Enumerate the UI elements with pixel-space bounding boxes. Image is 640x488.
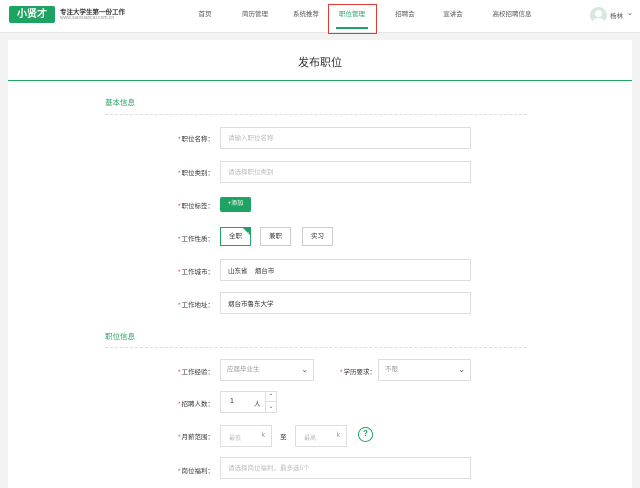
field-label-experience: *工作经验： xyxy=(134,366,214,376)
field-label-job-nature: *工作性质： xyxy=(134,233,214,243)
work-city-input[interactable] xyxy=(220,259,471,281)
field-label-text: 工作地址： xyxy=(181,302,215,309)
headcount-input[interactable]: 1 人 xyxy=(220,391,266,413)
salary-max-input[interactable]: 最高 k xyxy=(295,425,347,447)
field-label-job-tags: *职位标签： xyxy=(134,200,214,210)
job-name-input[interactable] xyxy=(220,127,471,149)
field-label-text: 招聘人数： xyxy=(181,401,215,408)
required-mark: * xyxy=(177,369,181,376)
required-mark: * xyxy=(177,170,181,177)
headcount-stepper: ⌃ ⌄ xyxy=(266,391,277,413)
field-label-text: 职位类别： xyxy=(181,170,215,177)
section-divider xyxy=(105,347,527,348)
required-mark: * xyxy=(177,468,181,475)
user-name[interactable]: 杨林 xyxy=(610,10,623,20)
nature-option-parttime[interactable]: 兼职 xyxy=(260,227,291,246)
site-logo[interactable]: 小贤才 xyxy=(9,6,55,23)
education-select[interactable]: 不限 ⌄ xyxy=(378,359,471,381)
chevron-down-icon[interactable]: ⌄ xyxy=(627,9,633,17)
field-label-work-address: *工作地址： xyxy=(134,299,214,309)
field-label-work-city: *工作城市： xyxy=(134,266,214,276)
work-address-input[interactable] xyxy=(220,292,471,314)
nav-campus-talk[interactable]: 宣讲会 xyxy=(440,0,466,32)
required-mark: * xyxy=(177,401,181,408)
chevron-down-icon: ⌄ xyxy=(458,365,465,374)
required-mark: * xyxy=(339,369,343,376)
required-mark: * xyxy=(177,302,181,309)
nav-home[interactable]: 首页 xyxy=(192,0,218,32)
field-label-education: *学历要求： xyxy=(296,366,376,376)
stepper-up-icon[interactable]: ⌃ xyxy=(266,392,276,402)
salary-min-placeholder: 最低 xyxy=(229,436,242,442)
question-icon[interactable]: ? xyxy=(358,427,373,442)
field-label-text: 学历要求： xyxy=(343,369,377,376)
salary-range-separator: 至 xyxy=(280,434,287,441)
field-label-job-category: *职位类别： xyxy=(134,167,214,177)
salary-unit: k xyxy=(261,432,266,439)
benefits-input[interactable] xyxy=(220,457,471,479)
required-mark: * xyxy=(177,203,181,210)
field-label-text: 月薪范围： xyxy=(181,434,215,441)
salary-max-placeholder: 最高 xyxy=(304,436,317,442)
field-label-text: 工作城市： xyxy=(181,269,215,276)
nature-option-fulltime[interactable]: 全职 ✓ xyxy=(220,227,251,246)
field-label-job-name: *职位名称： xyxy=(134,133,214,143)
field-label-text: 工作性质： xyxy=(181,236,215,243)
avatar-body-shape xyxy=(592,18,605,24)
top-navigation-bar: 小贤才 专注大学生第一份工作 www.xiaoxiancai.com.cn 首页… xyxy=(0,0,640,34)
field-label-text: 岗位福利： xyxy=(181,468,215,475)
required-mark: * xyxy=(177,136,181,143)
nav-system-recommend[interactable]: 系统推荐 xyxy=(288,0,324,32)
stepper-down-icon[interactable]: ⌄ xyxy=(266,402,276,412)
add-tag-button[interactable]: +添加 xyxy=(220,197,251,212)
field-label-text: 职位名称： xyxy=(181,136,215,143)
select-value: 不限 xyxy=(385,366,398,373)
field-label-benefits: *岗位福利： xyxy=(134,465,214,475)
salary-min-input[interactable]: 最低 k xyxy=(220,425,272,447)
title-divider xyxy=(8,80,632,81)
section-title-basic-info: 基本信息 xyxy=(105,98,135,107)
job-category-input[interactable] xyxy=(220,161,471,183)
salary-unit: k xyxy=(336,432,341,439)
select-value: 应届毕业生 xyxy=(227,366,260,373)
option-label: 全职 xyxy=(229,233,242,240)
page-title: 发布职位 xyxy=(298,57,342,69)
nature-option-internship[interactable]: 实习 xyxy=(302,227,333,246)
nav-highlight-box xyxy=(328,4,377,34)
field-label-text: 职位标签： xyxy=(181,203,215,210)
site-domain: www.xiaoxiancai.com.cn xyxy=(60,15,115,21)
required-mark: * xyxy=(177,269,181,276)
headcount-value: 1 xyxy=(230,398,234,405)
section-divider xyxy=(105,114,527,115)
nav-resume-management[interactable]: 简历管理 xyxy=(238,0,272,32)
section-title-job-info: 职位信息 xyxy=(105,332,135,341)
field-label-salary-range: *月薪范围： xyxy=(134,431,214,441)
field-label-text: 工作经验： xyxy=(181,369,215,376)
required-mark: * xyxy=(177,236,181,243)
check-icon: ✓ xyxy=(245,231,250,237)
field-label-headcount: *招聘人数： xyxy=(134,398,214,408)
required-mark: * xyxy=(177,434,181,441)
avatar-head-shape xyxy=(595,10,602,17)
user-avatar[interactable] xyxy=(590,7,607,24)
headcount-unit: 人 xyxy=(254,401,261,408)
nav-job-fair[interactable]: 招聘会 xyxy=(392,0,418,32)
nav-university-recruitment[interactable]: 高校招聘信息 xyxy=(487,0,537,32)
